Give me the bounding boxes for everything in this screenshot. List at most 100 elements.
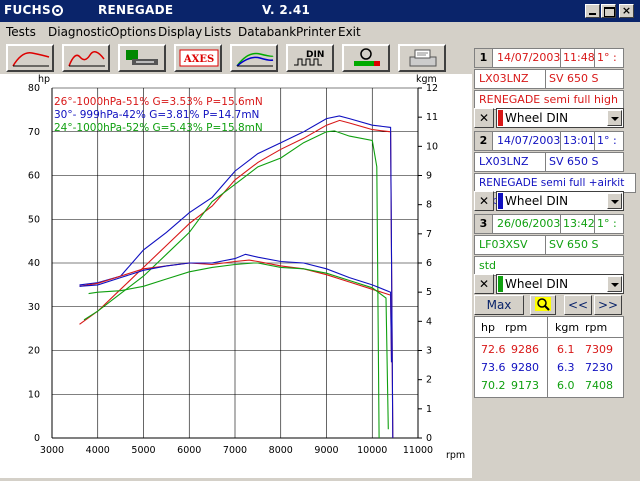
zoom-button[interactable]: [530, 295, 556, 315]
y-right-tick-label: 5: [426, 287, 432, 298]
toolbar: AXES DIN: [0, 42, 472, 74]
run-1-ratio: 1° : 5: [597, 51, 617, 82]
run-3-remove-button[interactable]: ✕: [474, 274, 494, 294]
menu-exit[interactable]: Exit: [338, 25, 361, 39]
max-header-hp-rpm: rpm: [505, 321, 528, 334]
y-left-tick-label: 20: [28, 346, 40, 357]
x-tick-label: 6000: [177, 445, 201, 456]
run-1-mode-row: ✕ Wheel DIN: [474, 108, 624, 128]
y-left-tick-label: 70: [28, 127, 40, 138]
menu-display[interactable]: Display: [158, 25, 202, 39]
overlay-curves-icon: [68, 51, 105, 67]
series-line-2: [79, 115, 394, 439]
max-hp-rpm-run-2: 9280: [511, 361, 539, 374]
run-1-mode-select[interactable]: Wheel DIN: [496, 108, 624, 128]
max-kgm-rpm-run-3: 7408: [585, 379, 613, 392]
y-right-tick-label: 8: [426, 200, 432, 211]
app-logo-icon: [52, 5, 63, 16]
probe-icon: [354, 48, 380, 66]
dyno-chart-svg: 3000 4000 5000 6000 7000 8000 9000 10000 1100001…: [28, 74, 465, 461]
y-right-tick-label: 10: [426, 141, 438, 152]
max-kgm-run-1: 6.1: [557, 343, 575, 356]
previous-button[interactable]: <<: [564, 295, 592, 315]
run-1-color-swatch: [498, 110, 503, 126]
max-button[interactable]: Max: [474, 295, 524, 315]
run-3-ratio: 1° : 5: [597, 217, 617, 248]
print-button[interactable]: [398, 44, 446, 72]
printer-icon: [409, 49, 437, 67]
run-2-mode-select[interactable]: Wheel DIN: [496, 191, 624, 211]
legend-entry-run-2: 30°- 999hPa-42% G=3.81% P=14.7mN: [54, 109, 260, 121]
y-left-tick-label: 60: [28, 171, 40, 182]
run-3-vehicle: LF03XSV SV 650 S: [474, 235, 624, 255]
probe-button[interactable]: [342, 44, 390, 72]
max-hp-rpm-run-3: 9173: [511, 379, 539, 392]
run-1-description-row: RENEGADE semi full high: [474, 90, 624, 110]
export-icon: [126, 50, 158, 65]
max-hp-rpm-run-1: 9286: [511, 343, 539, 356]
version-label: V. 2.41: [262, 3, 311, 17]
menu-diagnostic[interactable]: Diagnostic: [48, 25, 111, 39]
maximize-button[interactable]: [601, 4, 616, 18]
run-2-date: 14/07/2003: [497, 134, 561, 147]
chevron-down-icon[interactable]: [607, 276, 622, 292]
magnifier-icon: [535, 297, 551, 311]
series-line-6: [88, 262, 389, 430]
y-right-tick-label: 7: [426, 229, 432, 240]
run-3-number: 3: [475, 215, 493, 233]
din-correction-button[interactable]: DIN: [286, 44, 334, 72]
menu-lists[interactable]: Lists: [204, 25, 231, 39]
y-left-tick-label: 30: [28, 302, 40, 313]
run-3-color-swatch: [498, 276, 503, 292]
max-header-kgm-rpm: rpm: [585, 321, 608, 334]
y-left-tick-label: 10: [28, 389, 40, 400]
close-button[interactable]: ×: [619, 4, 634, 18]
run-2-mode-row: ✕ Wheel DIN: [474, 191, 624, 211]
menu-printer[interactable]: Printer: [296, 25, 336, 39]
run-3-header[interactable]: 3 26/06/2003 13:42 1° : 5: [474, 214, 624, 248]
chevron-down-icon[interactable]: [607, 193, 622, 209]
run-1-number: 1: [475, 49, 493, 67]
run-1-remove-button[interactable]: ✕: [474, 108, 494, 128]
max-hp-run-2: 73.6: [481, 361, 506, 374]
compare-button[interactable]: [230, 44, 278, 72]
minimize-button[interactable]: [585, 4, 600, 18]
din-icon: DIN: [294, 50, 324, 66]
y-left-tick-label: 40: [28, 258, 40, 269]
menu-databank[interactable]: Databank: [238, 25, 296, 39]
x-tick-label: 3000: [40, 445, 64, 456]
series-line-3: [83, 130, 380, 439]
run-2-number: 2: [475, 132, 493, 150]
run-1-header[interactable]: 1 14/07/2003 11:48 1° : 5: [474, 48, 624, 82]
x-tick-label: 7000: [223, 445, 247, 456]
overlay-curves-button[interactable]: [62, 44, 110, 72]
y-right-tick-label: 4: [426, 316, 432, 327]
y-right-tick-label: 2: [426, 375, 432, 386]
x-tick-label: 10000: [357, 445, 387, 456]
menu-bar: Tests Diagnostic Options Display Lists D…: [0, 22, 640, 42]
run-3-mode-select[interactable]: Wheel DIN: [496, 274, 624, 294]
x-tick-label: 9000: [314, 445, 338, 456]
run-2-color-swatch: [498, 193, 503, 209]
max-header-hp: hp: [481, 321, 495, 334]
max-values-table: hp rpm kgm rpm 72.6 9286 6.1 7309 73.6 9…: [474, 316, 624, 398]
export-button[interactable]: [118, 44, 166, 72]
next-button[interactable]: >>: [594, 295, 622, 315]
power-curves-button[interactable]: [6, 44, 54, 72]
run-2-ratio: 1° : 5: [597, 134, 617, 165]
menu-tests[interactable]: Tests: [6, 25, 36, 39]
x-tick-label: 5000: [131, 445, 155, 456]
run-3-description-row: std: [474, 256, 624, 276]
dyno-chart: 3000 4000 5000 6000 7000 8000 9000 10000 11000 0 1…: [0, 74, 472, 478]
run-2-header[interactable]: 2 14/07/2003 13:01 1° : 5: [474, 131, 624, 165]
y-right-tick-label: 3: [426, 346, 432, 357]
run-2-remove-button[interactable]: ✕: [474, 191, 494, 211]
run-3-plate: LF03XSV: [479, 238, 528, 251]
series-line-5: [79, 253, 393, 363]
run-1-model: SV 650 S: [549, 72, 599, 85]
menu-options[interactable]: Options: [110, 25, 156, 39]
y-right-tick-label: 6: [426, 258, 432, 269]
title-bar: FUCHS RENEGADE V. 2.41 ×: [0, 0, 640, 22]
chevron-down-icon[interactable]: [607, 110, 622, 126]
axes-button[interactable]: AXES: [174, 44, 222, 72]
